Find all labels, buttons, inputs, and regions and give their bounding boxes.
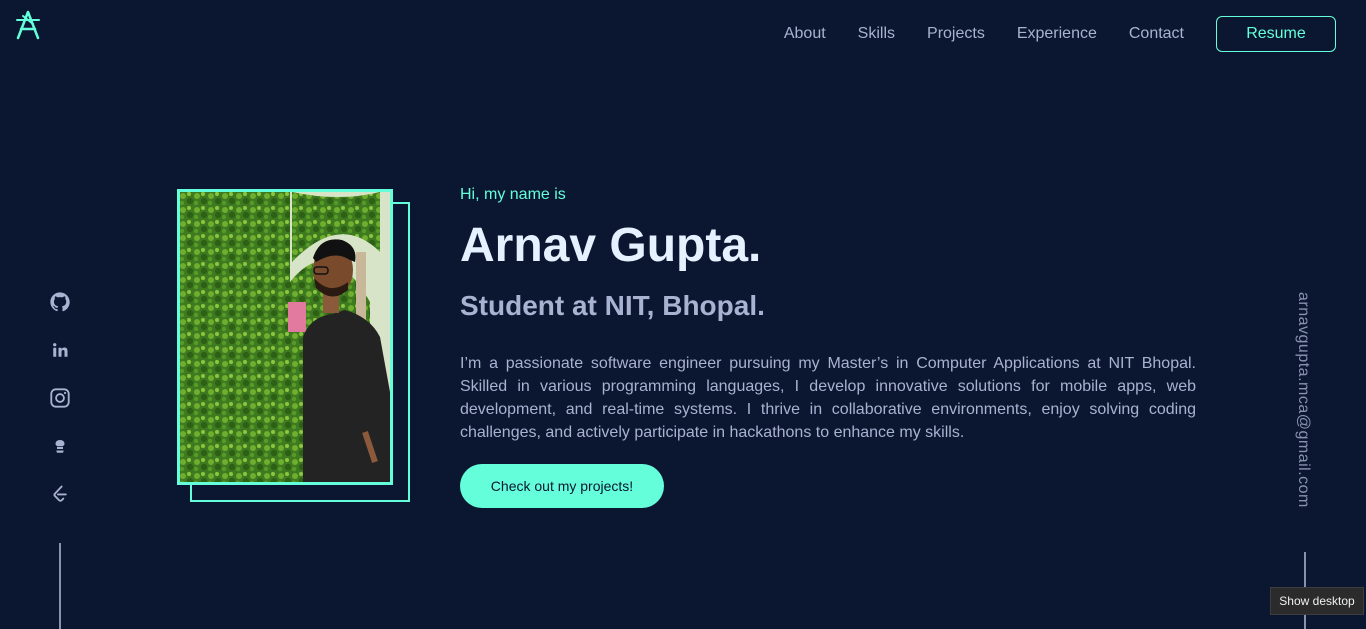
linkedin-icon[interactable]: [44, 334, 76, 366]
top-nav: About Skills Projects Experience Contact…: [784, 16, 1336, 52]
nav-skills[interactable]: Skills: [858, 16, 895, 52]
left-rail-line: [59, 543, 61, 629]
nav-projects[interactable]: Projects: [927, 16, 985, 52]
nav-experience[interactable]: Experience: [1017, 16, 1097, 52]
hero-bio: I’m a passionate software engineer pursu…: [460, 355, 1196, 441]
hero-section: Hi, my name is Arnav Gupta. Student at N…: [460, 186, 1196, 508]
nav-contact[interactable]: Contact: [1129, 16, 1184, 52]
hero-name: Arnav Gupta.: [460, 219, 762, 272]
show-desktop-tooltip: Show desktop: [1270, 587, 1364, 615]
nav-about[interactable]: About: [784, 16, 826, 52]
greeting-text: Hi, my name is: [460, 186, 566, 203]
social-links: [44, 286, 76, 526]
projects-cta-button[interactable]: Check out my projects!: [460, 464, 664, 508]
logo-icon[interactable]: [14, 10, 42, 40]
profile-photo: [177, 189, 393, 485]
leetcode-icon[interactable]: [44, 478, 76, 510]
portfolio-page: About Skills Projects Experience Contact…: [0, 0, 1366, 629]
resume-button[interactable]: Resume: [1216, 16, 1336, 52]
codechef-icon[interactable]: [44, 430, 76, 462]
github-icon[interactable]: [44, 286, 76, 318]
instagram-icon[interactable]: [44, 382, 76, 414]
email-link[interactable]: arnavgupta.mca@gmail.com: [1294, 292, 1312, 508]
hero-tagline: Student at NIT, Bhopal.: [460, 290, 765, 321]
